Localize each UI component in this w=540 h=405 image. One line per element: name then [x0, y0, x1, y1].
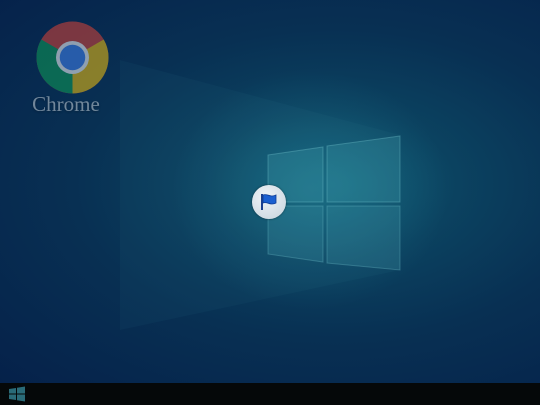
chrome-logo-icon [36, 21, 109, 94]
desktop-wallpaper: Chrome [0, 0, 540, 383]
windows-logo-icon[interactable] [8, 386, 26, 402]
taskbar [0, 383, 540, 405]
desktop-icon-label: Chrome [32, 92, 100, 116]
flag-icon [261, 194, 277, 210]
desktop-icon-chrome[interactable]: Chrome [22, 18, 122, 118]
flag-badge[interactable] [252, 185, 286, 219]
